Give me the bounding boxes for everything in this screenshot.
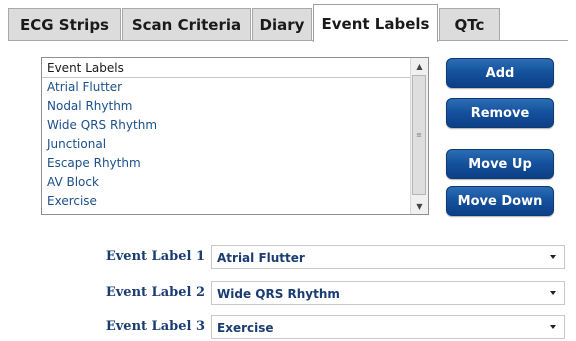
tab-ecg-strips[interactable]: ECG Strips bbox=[8, 8, 121, 40]
chevron-down-icon[interactable] bbox=[550, 291, 556, 295]
list-item[interactable]: Escape Rhythm bbox=[42, 154, 410, 173]
event-label-1-select[interactable]: Atrial Flutter bbox=[211, 245, 565, 269]
event-label-3-select[interactable]: Exercise bbox=[211, 315, 565, 339]
event-label-2-label: Event Label 2 bbox=[105, 285, 205, 300]
scroll-down-arrow-icon[interactable]: ▼ bbox=[411, 198, 428, 214]
tab-qtc[interactable]: QTc bbox=[439, 8, 500, 40]
add-button[interactable]: Add bbox=[446, 58, 554, 88]
event-label-1-label: Event Label 1 bbox=[105, 249, 205, 264]
tab-strip: ECG Strips Scan Criteria Diary Event Lab… bbox=[0, 0, 576, 42]
event-label-2-select[interactable]: Wide QRS Rhythm bbox=[211, 281, 565, 305]
remove-button[interactable]: Remove bbox=[446, 98, 554, 128]
scroll-thumb[interactable]: ≡ bbox=[412, 75, 426, 195]
chevron-down-icon[interactable] bbox=[550, 325, 556, 329]
list-item[interactable]: Wide QRS Rhythm bbox=[42, 116, 410, 135]
scroll-up-arrow-icon[interactable]: ▲ bbox=[411, 58, 428, 74]
tab-divider bbox=[8, 40, 568, 41]
tab-event-labels[interactable]: Event Labels bbox=[313, 4, 438, 42]
list-item[interactable]: AV Block bbox=[42, 173, 410, 192]
move-down-button[interactable]: Move Down bbox=[446, 186, 554, 216]
event-label-1-value: Atrial Flutter bbox=[217, 251, 305, 265]
list-items: Atrial Flutter Nodal Rhythm Wide QRS Rhy… bbox=[42, 78, 410, 211]
tab-scan-criteria[interactable]: Scan Criteria bbox=[122, 8, 251, 40]
tab-diary[interactable]: Diary bbox=[252, 8, 312, 40]
event-label-3-label: Event Label 3 bbox=[105, 319, 205, 334]
list-item[interactable]: Exercise bbox=[42, 192, 410, 211]
list-scrollbar[interactable]: ▲ ≡ ▼ bbox=[410, 58, 428, 214]
list-item[interactable]: Nodal Rhythm bbox=[42, 97, 410, 116]
list-header: Event Labels bbox=[42, 58, 410, 78]
event-label-2-value: Wide QRS Rhythm bbox=[217, 287, 340, 301]
event-labels-listbox[interactable]: Event Labels Atrial Flutter Nodal Rhythm… bbox=[41, 57, 429, 215]
move-up-button[interactable]: Move Up bbox=[446, 149, 554, 179]
event-label-3-value: Exercise bbox=[217, 321, 274, 335]
list-item[interactable]: Junctional bbox=[42, 135, 410, 154]
chevron-down-icon[interactable] bbox=[550, 255, 556, 259]
list-item[interactable]: Atrial Flutter bbox=[42, 78, 410, 97]
